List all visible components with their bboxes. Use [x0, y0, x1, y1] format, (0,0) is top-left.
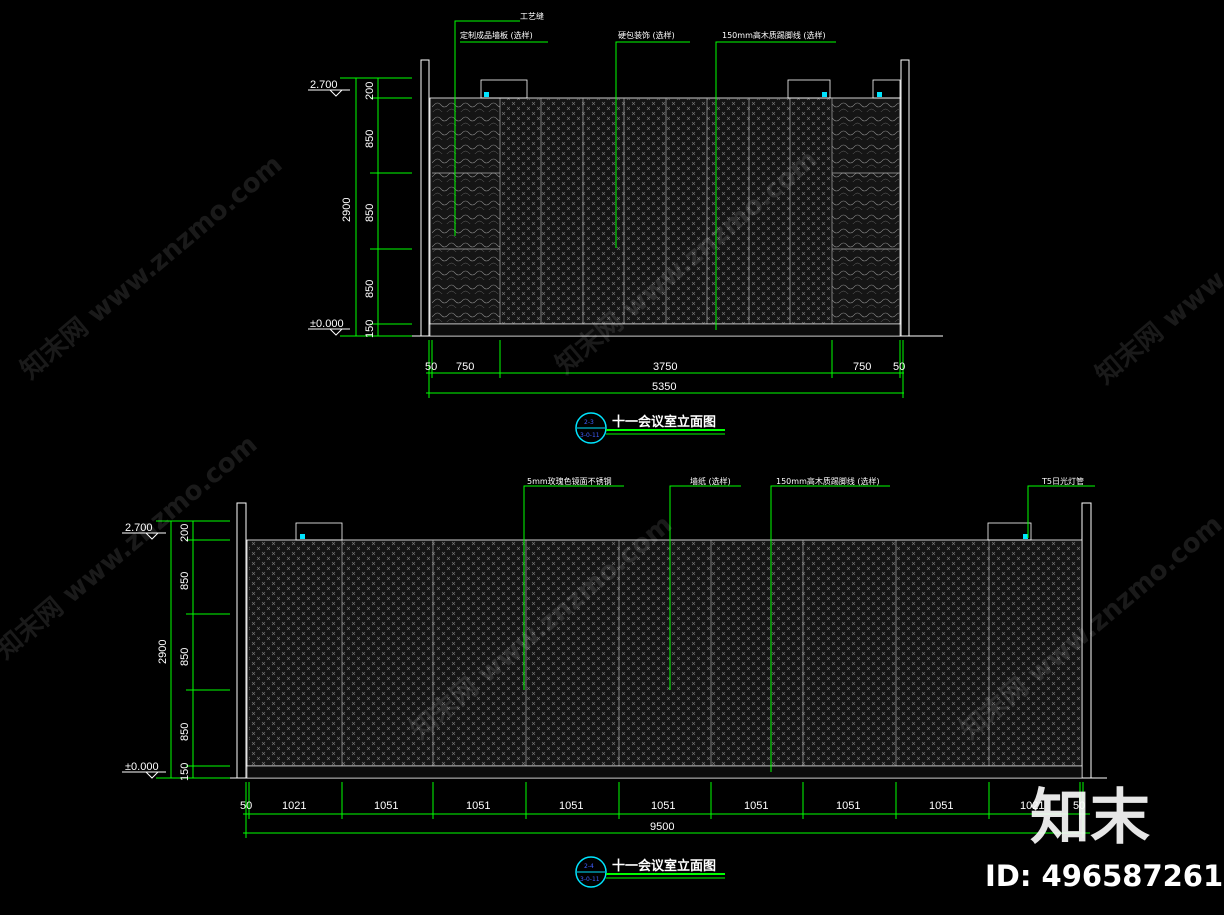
dim2-w-3: 1051: [466, 800, 490, 812]
elevation-2: 2.700 ±0.000 2900 200 850 850 850 150 50…: [122, 476, 1107, 888]
dim-h-850-a: 850: [364, 130, 376, 148]
total-height-label: 2900: [341, 198, 353, 222]
tag-top-2: 2-4: [584, 863, 594, 870]
dim-h2-850-c: 850: [179, 723, 191, 741]
dim-w-750-left: 750: [456, 361, 474, 373]
label-hard-pack: 硬包装饰 (选样): [618, 30, 675, 40]
tag-bottom-2: 3-0-11: [580, 876, 600, 883]
brand-id: ID: 496587261: [985, 859, 1223, 893]
dim-h-850-b: 850: [364, 204, 376, 222]
dim-h2-200: 200: [179, 524, 191, 542]
dim-w-750-right: 750: [853, 361, 871, 373]
watermark-1: 知末网 www.znzmo.com: [15, 149, 288, 385]
dim2-w-0: 50: [240, 800, 252, 812]
dim-h-850-c: 850: [364, 280, 376, 298]
dim-h-150: 150: [364, 320, 376, 338]
label-wallpaper: 墙纸 (选样): [690, 476, 731, 486]
dim2-w-8: 1051: [929, 800, 953, 812]
label-t5-light: T5日光灯管: [1041, 476, 1084, 486]
label-wall-board: 定制成品墙板 (选样): [460, 30, 533, 40]
watermark-4: 知末网 www.znzmo.com: [0, 429, 263, 665]
label-craft-seam: 工艺缝: [520, 11, 544, 21]
dim2-total-w: 9500: [650, 821, 674, 833]
dim2-w-6: 1051: [744, 800, 768, 812]
dim2-w-7: 1051: [836, 800, 860, 812]
dim-h2-150: 150: [179, 763, 191, 781]
tag-top-1: 2-3: [584, 419, 594, 426]
elevation-2-title-block: 2-4 3-0-11 十一会议室立面图: [575, 856, 725, 888]
label-skirting-2: 150mm高木质踢脚线 (选样): [776, 476, 880, 486]
level-bottom-label-2: ±0.000: [125, 761, 159, 773]
dim-w-3750: 3750: [653, 361, 677, 373]
label-skirting: 150mm高木质踢脚线 (选样): [722, 30, 826, 40]
dim-h2-850-b: 850: [179, 648, 191, 666]
level-top-label: 2.700: [310, 79, 338, 91]
dim2-w-4: 1051: [559, 800, 583, 812]
label-mirror-steel: 5mm玫瑰色镜面不锈钢: [527, 476, 612, 486]
level-bottom-label: ±0.000: [310, 318, 344, 330]
elevation-1-title-block: 2-3 3-0-11 十一会议室立面图: [575, 412, 725, 444]
cad-drawing-canvas: 2.700 ±0.000 2900 200 850 850 850 150 50…: [0, 11, 1224, 893]
dim-h2-850-a: 850: [179, 572, 191, 590]
elevation-2-title: 十一会议室立面图: [612, 858, 716, 874]
dim-h-200: 200: [364, 82, 376, 100]
dim2-w-2: 1051: [374, 800, 398, 812]
dim-total-w: 5350: [652, 381, 676, 393]
dim2-w-5: 1051: [651, 800, 675, 812]
total-height-label-2: 2900: [157, 640, 169, 664]
brand-logo: 知末: [1030, 783, 1150, 853]
dim-w-50-left: 50: [425, 361, 437, 373]
dim-w-50-right: 50: [893, 361, 905, 373]
elevation-1: 2.700 ±0.000 2900 200 850 850 850 150 50…: [308, 11, 943, 444]
elevation-1-title: 十一会议室立面图: [612, 414, 716, 430]
watermark-3: 知末网 www.znzmo.com: [1090, 154, 1224, 390]
dim2-w-1: 1021: [282, 800, 306, 812]
tag-bottom-1: 3-0-11: [580, 432, 600, 439]
